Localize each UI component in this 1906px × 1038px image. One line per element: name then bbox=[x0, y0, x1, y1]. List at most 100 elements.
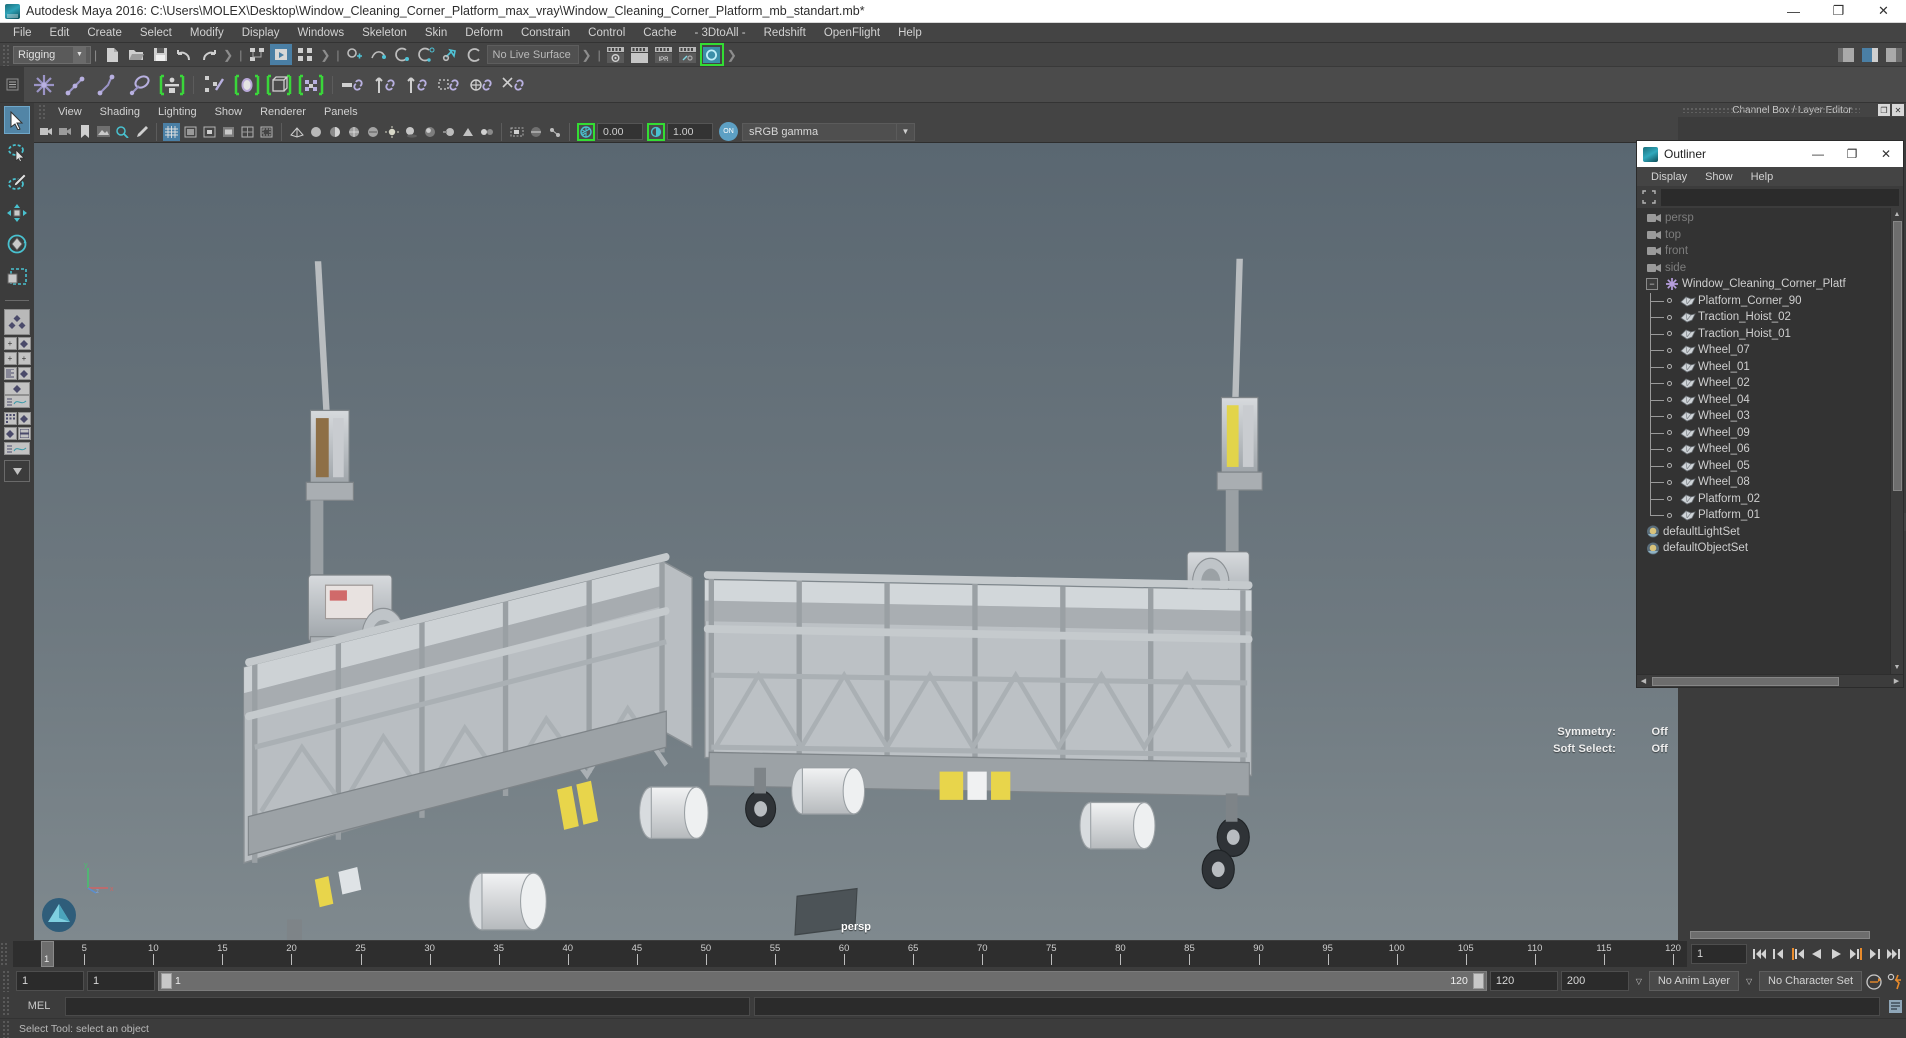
wireframe-shading-icon[interactable] bbox=[288, 123, 305, 141]
outliner-item[interactable]: Wheel_07 bbox=[1637, 342, 1890, 359]
select-by-hierarchy-icon[interactable] bbox=[246, 44, 268, 65]
smooth-shade-selected-icon[interactable] bbox=[326, 123, 343, 141]
outliner-item[interactable]: − Window_Cleaning_Corner_Platf bbox=[1637, 276, 1890, 293]
go-to-start-icon[interactable] bbox=[1751, 943, 1769, 965]
script-language-label[interactable]: MEL bbox=[17, 1000, 61, 1012]
maximize-button[interactable]: ❐ bbox=[1816, 0, 1861, 23]
menuset-selector[interactable]: Rigging ▼ bbox=[13, 45, 91, 64]
outliner-tree[interactable]: persp top front side − Window_Cleaning_Corner… bbox=[1637, 208, 1903, 674]
outliner-item[interactable]: Wheel_09 bbox=[1637, 424, 1890, 441]
select-tool-button[interactable] bbox=[4, 106, 30, 134]
menu-help[interactable]: Help bbox=[889, 23, 931, 43]
redshift-render-icon[interactable] bbox=[699, 43, 724, 66]
outliner-menu-show[interactable]: Show bbox=[1696, 167, 1742, 187]
close-button[interactable]: ✕ bbox=[1861, 0, 1906, 23]
outliner-vertical-scrollbar[interactable]: ▲ ▼ bbox=[1890, 208, 1903, 674]
playback-end-field[interactable]: 120 bbox=[1489, 971, 1558, 991]
use-default-lighting-icon[interactable] bbox=[383, 123, 400, 141]
quick-layout-anim-button[interactable] bbox=[4, 442, 30, 455]
quick-layout-outliner-persp-button[interactable] bbox=[17, 427, 31, 440]
field-chart-icon[interactable] bbox=[239, 123, 256, 141]
viewport-grip[interactable] bbox=[38, 104, 46, 120]
menu-display[interactable]: Display bbox=[233, 23, 289, 43]
outliner-menu-help[interactable]: Help bbox=[1742, 167, 1783, 187]
redo-icon[interactable] bbox=[197, 44, 219, 65]
go-to-end-icon[interactable] bbox=[1884, 943, 1902, 965]
isolate-select-icon[interactable] bbox=[508, 123, 525, 141]
quick-layout-uv-editor-button[interactable] bbox=[3, 412, 17, 425]
command-input-field[interactable] bbox=[65, 996, 750, 1016]
outliner-menu-display[interactable]: Display bbox=[1642, 167, 1696, 187]
command-line-grip[interactable] bbox=[2, 996, 10, 1016]
select-by-component-icon[interactable] bbox=[294, 44, 316, 65]
view-navigation-icon[interactable] bbox=[40, 896, 78, 934]
outliner-filter-icon[interactable] bbox=[1641, 189, 1657, 205]
exposure-value[interactable]: 0.00 bbox=[597, 123, 643, 140]
outliner-item[interactable]: Wheel_08 bbox=[1637, 474, 1890, 491]
pole-vector-constraint-icon[interactable] bbox=[499, 70, 529, 100]
outliner-item[interactable]: Wheel_02 bbox=[1637, 375, 1890, 392]
menu-skin[interactable]: Skin bbox=[416, 23, 456, 43]
time-slider-playhead[interactable]: 1 bbox=[41, 941, 54, 967]
viewport-menu-renderer[interactable]: Renderer bbox=[251, 102, 315, 122]
panel-close-icon[interactable]: ✕ bbox=[1892, 104, 1904, 116]
range-bar[interactable]: 1 120 bbox=[158, 971, 1487, 991]
snap-to-point-icon[interactable] bbox=[392, 44, 414, 65]
lattice-deformer-icon[interactable] bbox=[264, 70, 294, 100]
menu-select[interactable]: Select bbox=[131, 23, 181, 43]
quick-layout-persp-button[interactable]: + bbox=[3, 337, 17, 350]
outliner-item[interactable]: persp bbox=[1637, 210, 1890, 227]
aim-constraint-icon[interactable] bbox=[467, 70, 497, 100]
outliner-item[interactable]: defaultLightSet bbox=[1637, 524, 1890, 541]
undo-icon[interactable] bbox=[173, 44, 195, 65]
right-panel-hscroll-thumb[interactable] bbox=[1690, 930, 1870, 939]
range-start-handle[interactable] bbox=[161, 973, 172, 989]
view-transform-chevron-down-icon[interactable]: ▼ bbox=[897, 122, 915, 141]
multisample-aa-icon[interactable] bbox=[459, 123, 476, 141]
exposure-icon[interactable] bbox=[577, 122, 595, 141]
range-slider-grip[interactable] bbox=[2, 970, 10, 992]
anim-start-field[interactable]: 1 bbox=[16, 971, 84, 991]
grid-toggle-icon[interactable] bbox=[163, 122, 180, 141]
film-gate-icon[interactable] bbox=[182, 123, 199, 141]
anim-layer-selector[interactable]: No Anim Layer bbox=[1648, 971, 1740, 991]
time-slider-grip[interactable] bbox=[0, 942, 8, 966]
play-forwards-icon[interactable] bbox=[1827, 943, 1845, 965]
quick-layout-persp-only-button[interactable] bbox=[4, 382, 30, 395]
menu-windows[interactable]: Windows bbox=[288, 23, 353, 43]
show-hide-panel-icon-2[interactable] bbox=[1859, 44, 1881, 65]
camera-attributes-icon[interactable] bbox=[57, 123, 74, 141]
outliner-item[interactable]: Traction_Hoist_02 bbox=[1637, 309, 1890, 326]
menu-file[interactable]: File bbox=[4, 23, 41, 43]
xray-icon[interactable] bbox=[527, 123, 544, 141]
safe-action-icon[interactable] bbox=[258, 123, 275, 141]
anim-layer-chevron-down-icon[interactable]: ▽ bbox=[1632, 971, 1646, 991]
orient-constraint-icon[interactable] bbox=[403, 70, 433, 100]
ik-handle-icon[interactable] bbox=[61, 70, 91, 100]
gate-mask-icon[interactable] bbox=[220, 123, 237, 141]
outliner-item[interactable]: Wheel_04 bbox=[1637, 391, 1890, 408]
play-backwards-icon[interactable] bbox=[1808, 943, 1826, 965]
anim-end-field[interactable]: 200 bbox=[1560, 971, 1629, 991]
menu-openflight[interactable]: OpenFlight bbox=[815, 23, 889, 43]
outliner-item[interactable]: front bbox=[1637, 243, 1890, 260]
bind-skin-icon[interactable] bbox=[125, 70, 155, 100]
tree-expander-icon[interactable]: − bbox=[1646, 278, 1658, 291]
snap-to-grid-icon[interactable] bbox=[344, 44, 366, 65]
viewport-menu-show[interactable]: Show bbox=[206, 102, 252, 122]
select-camera-icon[interactable] bbox=[38, 123, 55, 141]
panel-grip-right[interactable] bbox=[1790, 107, 1860, 113]
cluster-deformer-icon[interactable] bbox=[296, 70, 326, 100]
step-back-keyframe-icon[interactable] bbox=[1770, 943, 1788, 965]
outliner-close-button[interactable]: ✕ bbox=[1869, 141, 1903, 167]
hardware-texturing-icon[interactable] bbox=[364, 123, 381, 141]
bookmark-icon[interactable] bbox=[76, 123, 93, 141]
outliner-item[interactable]: defaultObjectSet bbox=[1637, 540, 1890, 557]
viewport-menu-shading[interactable]: Shading bbox=[91, 102, 149, 122]
right-panel-hscroll[interactable] bbox=[1678, 929, 1906, 940]
menu-skeleton[interactable]: Skeleton bbox=[353, 23, 416, 43]
time-slider[interactable]: 1 5 10 15 20 25 30 35 40 45 50 55 60 65 70 75 80 85 90 95 1… bbox=[13, 941, 1687, 967]
auto-keyframe-toggle-icon[interactable] bbox=[1865, 970, 1883, 992]
outliner-search-input[interactable] bbox=[1661, 188, 1899, 206]
outliner-item[interactable]: Traction_Hoist_01 bbox=[1637, 325, 1890, 342]
